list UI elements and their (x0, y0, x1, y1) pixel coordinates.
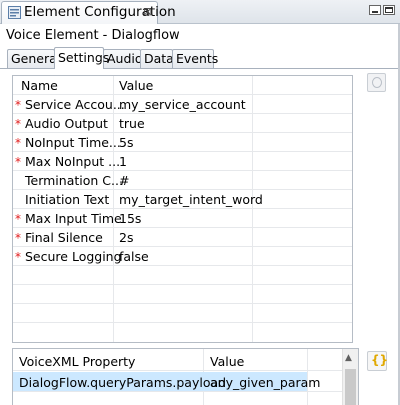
required-marker: * (15, 136, 21, 150)
vxml-property-value[interactable]: any_given_param (210, 375, 320, 390)
view-tab-element-configuration[interactable]: Element Configuration ⊠ (1, 1, 176, 24)
setting-name[interactable]: Initiation Text (25, 192, 109, 207)
setting-name[interactable]: Max Input Time (25, 211, 122, 226)
tab-data[interactable]: Data (140, 49, 174, 68)
view-tab-title: Element Configuration (24, 4, 176, 20)
row-line (13, 170, 352, 171)
setting-value[interactable]: 2s (119, 230, 133, 245)
column-header-vxml-property[interactable]: VoiceXML Property (19, 354, 135, 369)
setting-value[interactable]: true (119, 116, 145, 131)
setting-name[interactable]: Service Accou... (25, 97, 125, 112)
header-divider (13, 94, 352, 95)
required-marker: * (15, 98, 21, 112)
row-line (13, 303, 352, 304)
required-marker: * (15, 155, 21, 169)
header-divider (13, 370, 342, 371)
setting-value[interactable]: 1 (119, 154, 127, 169)
setting-name[interactable]: Termination C... (25, 173, 123, 188)
row-line (13, 113, 352, 114)
row-line (13, 246, 352, 247)
scroll-up-icon[interactable]: ▲ (345, 353, 352, 363)
json-button[interactable]: {} (367, 351, 389, 371)
row-line (13, 208, 352, 209)
setting-name[interactable]: Audio Output (25, 116, 108, 131)
setting-name[interactable]: Final Silence (25, 230, 103, 245)
setting-value[interactable]: 5s (119, 135, 133, 150)
info-icon (372, 77, 382, 88)
minimize-icon[interactable] (369, 5, 381, 15)
required-marker: * (15, 231, 21, 245)
close-icon[interactable]: ⊠ (143, 5, 152, 18)
vxml-property-name[interactable]: DialogFlow.queryParams.payload (19, 375, 226, 390)
tab-events[interactable]: Events (172, 49, 218, 68)
required-marker: * (15, 250, 21, 264)
setting-name[interactable]: Secure Logging (25, 249, 122, 264)
setting-value[interactable]: 15s (119, 211, 141, 226)
row-line (13, 189, 352, 190)
row-line (13, 151, 352, 152)
row-line (13, 265, 352, 266)
tab-general[interactable]: General (7, 49, 60, 68)
info-button[interactable] (367, 73, 386, 92)
setting-value[interactable]: # (119, 173, 129, 188)
row-line (13, 391, 342, 392)
required-marker: * (15, 117, 21, 131)
scrollbar-thumb[interactable] (345, 369, 356, 405)
column-header-name[interactable]: Name (21, 78, 58, 93)
row-line (13, 132, 352, 133)
setting-value[interactable]: my_service_account (119, 97, 246, 112)
maximize-icon[interactable] (383, 5, 395, 15)
row-line (13, 284, 352, 285)
element-config-icon (8, 6, 21, 19)
json-braces-icon: {} (371, 353, 389, 367)
setting-value[interactable]: false (119, 249, 149, 264)
setting-name[interactable]: NoInput Time... (25, 135, 121, 150)
row-line (13, 322, 352, 323)
column-header-vxml-value[interactable]: Value (210, 354, 244, 369)
column-header-value[interactable]: Value (119, 78, 153, 93)
tab-settings[interactable]: Settings (54, 47, 109, 69)
row-line (13, 227, 352, 228)
setting-name[interactable]: Max NoInput ... (25, 154, 120, 169)
setting-value[interactable]: my_target_intent_word (119, 192, 263, 207)
required-marker: * (15, 212, 21, 226)
element-title: Voice Element - Dialogflow (6, 28, 180, 43)
